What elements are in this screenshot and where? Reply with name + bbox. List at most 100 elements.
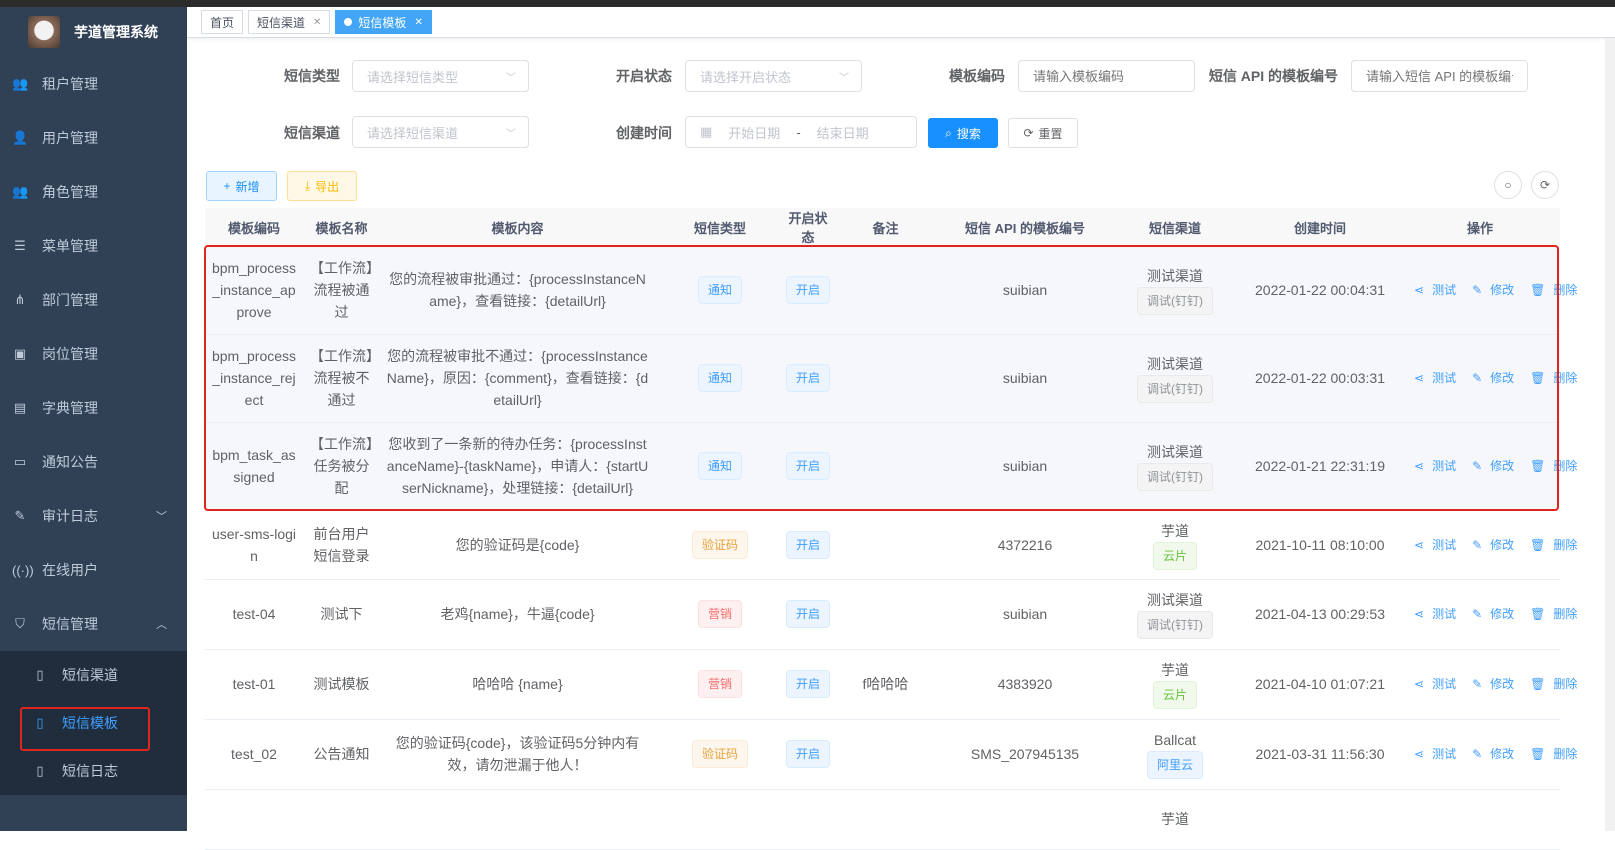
sms-type-tag: 营销 xyxy=(697,600,742,628)
channel-cell: 测试渠道 调试(钉钉) xyxy=(1110,246,1240,335)
sidebar-item-10[interactable]: ⛉ 短信管理 ︿ xyxy=(0,597,187,651)
window-top-bar xyxy=(0,0,1615,7)
edit-button[interactable]: ✎ 修改 xyxy=(1468,747,1518,761)
channel-tag: 调试(钉钉) xyxy=(1137,375,1213,403)
share-icon: ⋖ xyxy=(1414,459,1425,473)
sidebar-item-3[interactable]: ☰ 菜单管理 xyxy=(0,219,187,273)
submenu-item-1[interactable]: ▯ 短信模板 xyxy=(0,699,187,747)
create-time-label: 创建时间 xyxy=(616,125,672,141)
tree-icon: ⋔ xyxy=(14,292,26,307)
delete-button[interactable]: 🗑 删除 xyxy=(1526,371,1581,385)
sidebar-item-label: 审计日志 xyxy=(42,508,98,524)
test-button[interactable]: ⋖ 测试 xyxy=(1410,459,1460,473)
chevron-down-icon: ﹀ xyxy=(156,511,167,523)
sidebar-item-label: 用户管理 xyxy=(42,130,98,146)
remark-cell xyxy=(831,789,940,850)
remark-cell xyxy=(831,510,940,580)
submenu-item-0[interactable]: ▯ 短信渠道 xyxy=(0,651,187,699)
edit-button[interactable]: ✎ 修改 xyxy=(1468,371,1518,385)
test-label: 测试 xyxy=(1432,371,1457,385)
close-icon[interactable]: ✕ xyxy=(313,17,321,28)
page-scrollbar[interactable] xyxy=(1605,38,1615,831)
api-code-cell: 4383920 xyxy=(940,649,1110,720)
search-button[interactable]: ⌕ 搜索 xyxy=(928,118,998,148)
delete-button[interactable]: 🗑 删除 xyxy=(1526,459,1581,473)
toggle-search-button[interactable]: ○ xyxy=(1494,171,1522,199)
test-button[interactable]: ⋖ 测试 xyxy=(1410,677,1460,691)
logo[interactable]: 芋道管理系统 xyxy=(0,7,187,57)
content-cell: 老鸡{name}，牛逼{code} xyxy=(380,579,655,650)
date-range-picker[interactable]: ▦ 开始日期 - 结束日期 xyxy=(685,116,917,148)
sidebar-item-2[interactable]: 👥 角色管理 xyxy=(0,165,187,219)
name-cell: 测试模板 xyxy=(303,649,380,720)
edit-label: 修改 xyxy=(1490,282,1515,297)
export-button[interactable]: ⤓ 导出 xyxy=(287,171,357,201)
reset-button[interactable]: ⟳ 重置 xyxy=(1008,118,1078,148)
start-date[interactable]: 开始日期 xyxy=(728,123,780,142)
column-header: 短信 API 的模板编号 xyxy=(940,208,1110,246)
test-button[interactable]: ⋖ 测试 xyxy=(1410,607,1460,621)
type-cell: 通知 xyxy=(655,334,785,423)
test-button[interactable]: ⋖ 测试 xyxy=(1410,538,1460,552)
end-date[interactable]: 结束日期 xyxy=(817,123,869,142)
sidebar-item-6[interactable]: ▤ 字典管理 xyxy=(0,381,187,435)
tab-0[interactable]: 首页 xyxy=(201,10,244,34)
submenu-item-2[interactable]: ▯ 短信日志 xyxy=(0,747,187,795)
sidebar-item-label: 字典管理 xyxy=(42,400,98,416)
content-cell: 您的流程被审批通过：{processInstanceName}，查看链接：{de… xyxy=(380,246,655,335)
delete-button[interactable]: 🗑 删除 xyxy=(1526,677,1581,691)
test-button[interactable]: ⋖ 测试 xyxy=(1410,747,1460,761)
edit-button[interactable]: ✎ 修改 xyxy=(1468,459,1518,473)
edit-button[interactable]: ✎ 修改 xyxy=(1468,283,1518,297)
sms-type-tag: 营销 xyxy=(697,670,742,698)
trash-icon: 🗑 xyxy=(1530,677,1546,691)
sms-type-placeholder: 请选择短信类型 xyxy=(367,69,459,85)
edit-button[interactable]: ✎ 修改 xyxy=(1468,538,1518,552)
tab-2[interactable]: 短信模板 ✕ xyxy=(335,10,432,34)
app-title: 芋道管理系统 xyxy=(74,24,158,40)
code-cell: bpm_task_assigned xyxy=(205,422,303,511)
delete-button[interactable]: 🗑 删除 xyxy=(1526,747,1581,761)
sms-type-select[interactable]: 请选择短信类型 ﹀ xyxy=(352,60,529,92)
code-input[interactable] xyxy=(1018,60,1195,92)
channel-cell: 测试渠道 调试(钉钉) xyxy=(1110,579,1240,650)
api-code-input[interactable] xyxy=(1351,60,1528,92)
table-row: test-04 测试下 老鸡{name}，牛逼{code} 营销 开启 suib… xyxy=(205,579,1577,650)
status-cell: 开启 xyxy=(785,334,831,423)
test-button[interactable]: ⋖ 测试 xyxy=(1410,371,1460,385)
share-icon: ⋖ xyxy=(1414,747,1425,761)
sidebar-item-5[interactable]: ▣ 岗位管理 xyxy=(0,327,187,381)
edit-button[interactable]: ✎ 修改 xyxy=(1468,677,1518,691)
sidebar-item-0[interactable]: 👥 租户管理 xyxy=(0,57,187,111)
test-label: 测试 xyxy=(1432,607,1457,621)
content-cell: 哈哈哈 {name} xyxy=(380,649,655,720)
sidebar-item-8[interactable]: ✎ 审计日志 ﹀ xyxy=(0,489,187,543)
sidebar-item-1[interactable]: 👤 用户管理 xyxy=(0,111,187,165)
status-tag: 开启 xyxy=(785,275,830,304)
status-select[interactable]: 请选择开启状态 ﹀ xyxy=(685,60,862,92)
tab-1[interactable]: 短信渠道 ✕ xyxy=(248,10,331,34)
search-icon: ○ xyxy=(1504,178,1512,192)
type-cell: 营销 xyxy=(655,579,785,650)
edit-button[interactable]: ✎ 修改 xyxy=(1468,607,1518,621)
add-button[interactable]: + 新增 xyxy=(206,171,277,201)
edit-icon: ✎ xyxy=(1472,371,1483,385)
delete-button[interactable]: 🗑 删除 xyxy=(1526,607,1581,621)
close-icon[interactable]: ✕ xyxy=(414,17,422,28)
phone-icon: ▯ xyxy=(36,667,44,682)
sidebar-item-label: 角色管理 xyxy=(42,184,98,200)
code-cell: bpm_process_instance_approve xyxy=(205,246,303,335)
refresh-button[interactable]: ⟳ xyxy=(1531,171,1559,199)
test-button[interactable]: ⋖ 测试 xyxy=(1410,283,1460,297)
delete-button[interactable]: 🗑 删除 xyxy=(1526,283,1581,297)
sidebar-item-9[interactable]: ((·)) 在线用户 xyxy=(0,543,187,597)
channel-tag: 调试(钉钉) xyxy=(1137,611,1213,639)
channel-select[interactable]: 请选择短信渠道 ﹀ xyxy=(352,116,529,148)
sidebar-item-7[interactable]: ▭ 通知公告 xyxy=(0,435,187,489)
sidebar-item-label: 部门管理 xyxy=(42,292,98,308)
time-cell: 2022-01-22 00:03:31 xyxy=(1240,334,1400,423)
edit-icon: ✎ xyxy=(1472,677,1483,691)
sidebar-item-4[interactable]: ⋔ 部门管理 xyxy=(0,273,187,327)
delete-button[interactable]: 🗑 删除 xyxy=(1526,538,1581,552)
status-tag: 开启 xyxy=(785,670,830,698)
